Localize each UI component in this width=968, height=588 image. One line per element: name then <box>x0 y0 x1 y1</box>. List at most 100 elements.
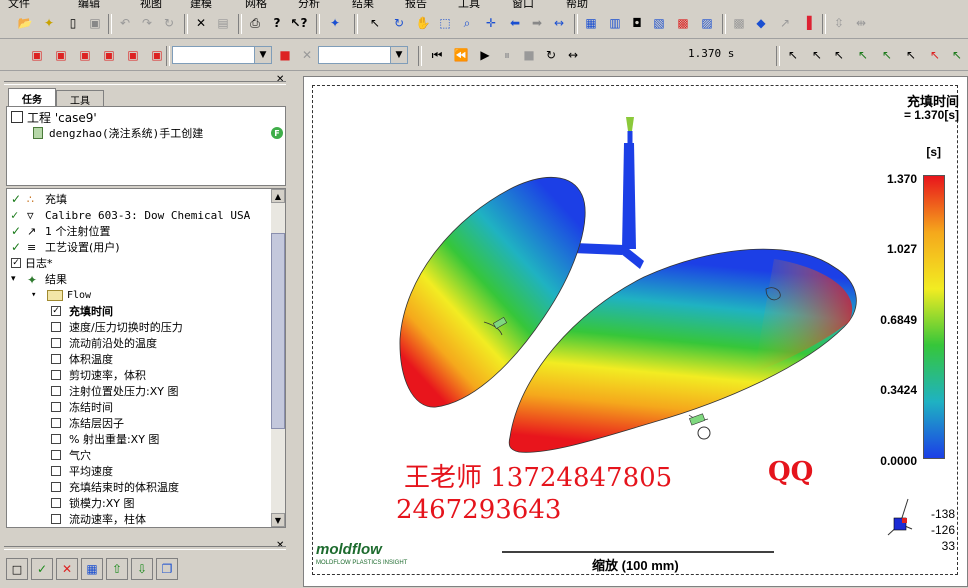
result-item[interactable]: 流动前沿处的温度 <box>51 335 157 351</box>
select-icon[interactable]: ↖ <box>366 14 384 32</box>
move-down-icon[interactable]: ⇩ <box>131 558 153 580</box>
plane-select[interactable]: ▼ <box>318 46 408 64</box>
wizard-icon[interactable]: ✦ <box>326 14 344 32</box>
shade-solid-icon[interactable]: ◆ <box>752 14 770 32</box>
cube-view-3-icon[interactable]: ▣ <box>76 46 94 64</box>
zoom-box-icon[interactable]: ⬚ <box>436 14 454 32</box>
flow-node[interactable]: ▾ Flow <box>31 287 91 303</box>
layers-icon[interactable]: ▧ <box>650 14 668 32</box>
query-icon[interactable]: ↖ <box>808 46 826 64</box>
menu-results[interactable]: 结果 <box>352 0 374 8</box>
result-item[interactable]: ✓ 充填时间 <box>51 303 113 319</box>
result-item[interactable]: 平均速度 <box>51 463 113 479</box>
result-item[interactable]: 气穴 <box>51 447 91 463</box>
cube-view-6-icon[interactable]: ▣ <box>148 46 166 64</box>
menu-mesh[interactable]: 网格 <box>245 0 267 8</box>
open-project-icon[interactable]: 📂 <box>16 14 34 32</box>
cube-view-1-icon[interactable]: ▣ <box>28 46 46 64</box>
task-process[interactable]: ✓ ≡ 工艺设置(用户) <box>11 239 120 255</box>
menu-window[interactable]: 窗口 <box>512 0 534 8</box>
expand-icon[interactable]: ▾ <box>11 274 23 284</box>
result-checkbox[interactable] <box>51 450 61 460</box>
camera-icon[interactable]: ◘ <box>628 14 646 32</box>
back-icon[interactable]: ⬅ <box>506 14 524 32</box>
view-select[interactable]: ▼ <box>172 46 272 64</box>
cube-view-2-icon[interactable]: ▣ <box>52 46 70 64</box>
probe-icon[interactable]: ↖ <box>784 46 802 64</box>
tab-tools[interactable]: 工具 <box>56 90 104 107</box>
log-checkbox[interactable]: ✓ <box>11 258 21 268</box>
view-delete-icon[interactable]: ✕ <box>298 46 316 64</box>
result-item[interactable]: 速度/压力切换时的压力 <box>51 319 183 335</box>
help-icon[interactable]: ? <box>268 14 286 32</box>
result-checkbox[interactable] <box>51 386 61 396</box>
menu-report[interactable]: 报告 <box>405 0 427 8</box>
grid-icon[interactable]: ▦ <box>81 558 103 580</box>
menu-edit[interactable]: 编辑 <box>78 0 100 8</box>
probe-red-icon[interactable]: ↖ <box>926 46 944 64</box>
task-fill[interactable]: ✓ ∴ 充填 <box>11 191 67 207</box>
layer-props-icon[interactable]: ▨ <box>698 14 716 32</box>
measure-icon[interactable]: ↔ <box>550 14 568 32</box>
task-injection[interactable]: ✓ ↗ 1 个注射位置 <box>11 223 111 239</box>
menu-view[interactable]: 视图 <box>140 0 162 8</box>
probe-green-icon[interactable]: ↖ <box>854 46 872 64</box>
mesh-view-icon[interactable]: ▥ <box>606 14 624 32</box>
model-viewport[interactable]: 充填时间 = 1.370[s] [s] 1.370 1.027 0.6849 0… <box>303 76 968 587</box>
result-item[interactable]: 锁模力:XY 图 <box>51 495 134 511</box>
result-checkbox[interactable] <box>51 434 61 444</box>
undo-icon[interactable]: ↶ <box>116 14 134 32</box>
save-icon[interactable]: ▣ <box>86 14 104 32</box>
bounce-icon[interactable]: ↔ <box>564 46 582 64</box>
result-checkbox[interactable]: ✓ <box>51 306 61 316</box>
forward-icon[interactable]: ➡ <box>528 14 546 32</box>
layer-color-icon[interactable]: ▩ <box>674 14 692 32</box>
new-file-icon[interactable]: ▯ <box>64 14 82 32</box>
move-up-icon[interactable]: ⇧ <box>106 558 128 580</box>
new-task-icon[interactable]: □ <box>6 558 28 580</box>
zoom-icon[interactable]: ⌕ <box>458 14 476 32</box>
pan-icon[interactable]: ✋ <box>414 14 432 32</box>
tab-tasks[interactable]: 任务 <box>8 88 56 107</box>
menu-analysis[interactable]: 分析 <box>298 0 320 8</box>
shade-icon[interactable]: ▩ <box>730 14 748 32</box>
result-item[interactable]: 流动速率，柱体 <box>51 511 146 527</box>
view-save-icon[interactable]: ■ <box>276 46 294 64</box>
results-node[interactable]: ▾ ✦ 结果 <box>11 271 67 287</box>
result-item[interactable]: % 射出重量:XY 图 <box>51 431 159 447</box>
view-fit-icon[interactable]: ▦ <box>582 14 600 32</box>
center-icon[interactable]: ✛ <box>482 14 500 32</box>
result-checkbox[interactable] <box>51 418 61 428</box>
result-checkbox[interactable] <box>51 498 61 508</box>
result-checkbox[interactable] <box>51 466 61 476</box>
result-checkbox[interactable] <box>51 514 61 524</box>
expand-icon[interactable]: ▾ <box>31 290 43 300</box>
copy-icon[interactable]: ❐ <box>156 558 178 580</box>
delete-icon[interactable]: ✕ <box>192 14 210 32</box>
result-checkbox[interactable] <box>51 338 61 348</box>
result-checkbox[interactable] <box>51 354 61 364</box>
accept-icon[interactable]: ✓ <box>31 558 53 580</box>
menu-file[interactable]: 文件 <box>8 0 30 8</box>
result-item[interactable]: 剪切速率，体积 <box>51 367 146 383</box>
result-item[interactable]: 冻结层因子 <box>51 415 124 431</box>
probe-3-icon[interactable]: ↖ <box>902 46 920 64</box>
probe-green-2-icon[interactable]: ↖ <box>878 46 896 64</box>
result-item[interactable]: 体积温度 <box>51 351 113 367</box>
project-node[interactable]: 工程 'case9' <box>9 109 97 125</box>
import-icon[interactable]: ✦ <box>40 14 58 32</box>
print-icon[interactable]: ⎙ <box>246 14 264 32</box>
repeat-icon[interactable]: ↻ <box>160 14 178 32</box>
menu-tools[interactable]: 工具 <box>458 0 480 8</box>
loop-icon[interactable]: ↻ <box>542 46 560 64</box>
task-material[interactable]: ✓ ▽ Calibre 603-3: Dow Chemical USA <box>11 207 250 223</box>
pause-icon[interactable]: ⏸ <box>498 46 516 64</box>
color-scale-icon[interactable]: ▐ <box>798 14 816 32</box>
probe-4-icon[interactable]: ↖ <box>948 46 966 64</box>
cube-view-5-icon[interactable]: ▣ <box>124 46 142 64</box>
xy-plot-icon[interactable]: ↗ <box>776 14 794 32</box>
first-frame-icon[interactable]: ⏮ <box>428 46 446 64</box>
stop-icon[interactable]: ■ <box>520 46 538 64</box>
scroll-down-icon[interactable]: ▼ <box>271 513 285 527</box>
log-node[interactable]: ✓ 日志* <box>11 255 53 271</box>
